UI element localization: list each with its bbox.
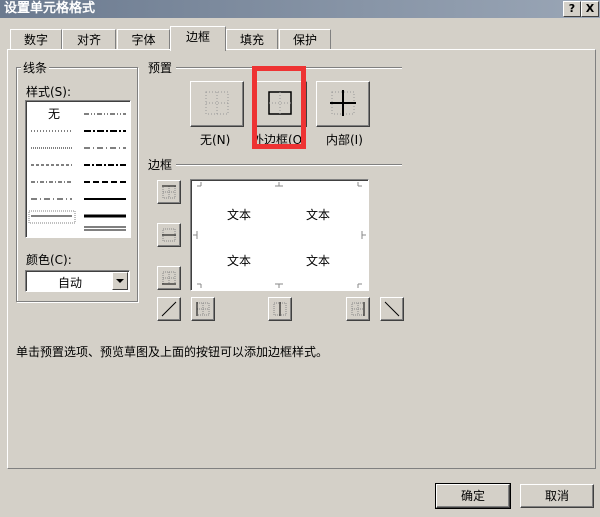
window-title: 设置单元格格式 bbox=[4, 1, 96, 16]
style-label: 样式(S): bbox=[24, 83, 74, 100]
border-left-button[interactable] bbox=[191, 297, 215, 321]
border-top-button[interactable] bbox=[157, 180, 181, 204]
diagonal-down-icon bbox=[384, 301, 400, 317]
preview-text: 文本 bbox=[306, 208, 331, 222]
tab-fill[interactable]: 填充 bbox=[226, 29, 278, 50]
tab-border[interactable]: 边框 bbox=[170, 26, 226, 51]
highlight-box bbox=[252, 66, 306, 149]
close-button[interactable]: X bbox=[581, 1, 599, 17]
border-diagonal-up-button[interactable] bbox=[157, 297, 181, 321]
line-group-title: 线条 bbox=[21, 59, 50, 76]
border-bottom-icon bbox=[162, 271, 176, 285]
color-dropdown[interactable]: 自动 bbox=[25, 270, 130, 292]
preset-inside-label: 内部(I) bbox=[324, 131, 365, 148]
tab-font[interactable]: 字体 bbox=[117, 29, 170, 50]
color-label: 颜色(C): bbox=[24, 251, 74, 268]
cancel-button[interactable]: 取消 bbox=[520, 484, 594, 508]
border-none-icon bbox=[205, 91, 229, 115]
chevron-down-icon bbox=[116, 279, 124, 283]
preview-corner-marks bbox=[193, 182, 366, 288]
color-dropdown-value: 自动 bbox=[58, 276, 83, 290]
ok-button[interactable]: 确定 bbox=[435, 483, 511, 509]
border-right-button[interactable] bbox=[346, 297, 370, 321]
help-button[interactable]: ? bbox=[563, 1, 581, 17]
line-style-none: 无 bbox=[48, 107, 60, 121]
title-bar: 设置单元格格式 ? X bbox=[0, 0, 600, 18]
preview-text: 文本 bbox=[227, 208, 252, 222]
tab-alignment[interactable]: 对齐 bbox=[62, 29, 116, 50]
preset-inside-button[interactable] bbox=[316, 81, 370, 127]
preset-none-label: 无(N) bbox=[198, 131, 233, 148]
presets-title: 预置 bbox=[146, 59, 175, 76]
preview-text: 文本 bbox=[227, 254, 252, 268]
border-title: 边框 bbox=[146, 156, 175, 173]
border-inside-horizontal-icon bbox=[162, 228, 176, 242]
border-preview[interactable]: 文本 文本 文本 文本 bbox=[190, 179, 369, 291]
border-top-icon bbox=[162, 185, 176, 199]
preset-none-button[interactable] bbox=[190, 81, 244, 127]
tab-number[interactable]: 数字 bbox=[10, 29, 62, 50]
line-style-list[interactable]: 无 bbox=[25, 100, 131, 238]
hint-text: 单击预置选项、预览草图及上面的按钮可以添加边框样式。 bbox=[16, 345, 329, 359]
border-inside-vertical-icon bbox=[273, 302, 287, 316]
tab-protection[interactable]: 保护 bbox=[279, 29, 331, 50]
preview-text: 文本 bbox=[306, 254, 331, 268]
border-inside-icon bbox=[330, 90, 356, 116]
border-diagonal-down-button[interactable] bbox=[380, 297, 404, 321]
diagonal-up-icon bbox=[161, 301, 177, 317]
border-bottom-button[interactable] bbox=[157, 266, 181, 290]
border-separator bbox=[176, 164, 402, 166]
border-inside-vertical-button[interactable] bbox=[268, 297, 292, 321]
dropdown-arrow-button[interactable] bbox=[112, 272, 128, 290]
line-style-samples: 无 bbox=[28, 107, 126, 231]
border-left-icon bbox=[196, 302, 210, 316]
border-right-icon bbox=[351, 302, 365, 316]
border-inside-horizontal-button[interactable] bbox=[157, 223, 181, 247]
